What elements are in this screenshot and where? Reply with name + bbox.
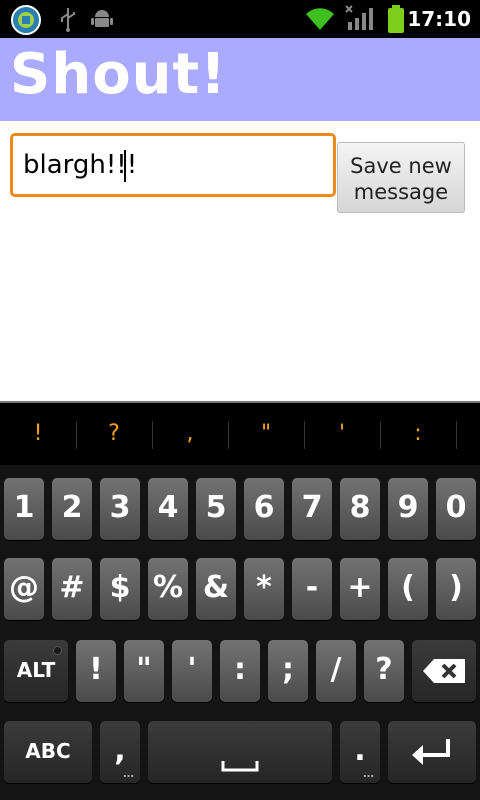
wifi-icon [306, 8, 334, 30]
space-icon [221, 761, 259, 772]
status-bar: 17:10 [0, 0, 480, 38]
save-button-line2: message [353, 180, 449, 204]
key-ampersand[interactable]: & [196, 558, 236, 620]
key-percent[interactable]: % [148, 558, 188, 620]
message-input[interactable] [10, 133, 336, 197]
key-alt[interactable]: ALT [4, 640, 68, 702]
suggestion-single-quote[interactable]: ' [304, 421, 380, 446]
key-dollar[interactable]: $ [100, 558, 140, 620]
key-2[interactable]: 2 [52, 478, 92, 540]
android-debug-icon [91, 10, 113, 27]
key-hash[interactable]: # [52, 558, 92, 620]
key-asterisk[interactable]: * [244, 558, 284, 620]
key-left-paren[interactable]: ( [388, 558, 428, 620]
soft-keyboard: ! ? , " ' : 1 2 3 4 5 6 7 8 9 0 @ # $ % … [0, 401, 480, 800]
key-9[interactable]: 9 [388, 478, 428, 540]
title-bar: Shout! [0, 38, 480, 121]
key-8[interactable]: 8 [340, 478, 380, 540]
key-0[interactable]: 0 [436, 478, 476, 540]
key-double-quote[interactable]: " [124, 640, 164, 702]
enter-icon [412, 739, 450, 765]
suggestion-separator [456, 421, 457, 449]
battery-icon [388, 5, 404, 33]
save-new-message-button[interactable]: Save new message [337, 142, 465, 213]
suggestion-strip: ! ? , " ' : [0, 403, 480, 465]
key-1[interactable]: 1 [4, 478, 44, 540]
key-minus[interactable]: - [292, 558, 332, 620]
key-6[interactable]: 6 [244, 478, 284, 540]
key-backspace[interactable] [412, 640, 476, 702]
key-single-quote[interactable]: ' [172, 640, 212, 702]
key-exclamation[interactable]: ! [76, 640, 116, 702]
key-5[interactable]: 5 [196, 478, 236, 540]
usb-icon [61, 8, 75, 32]
alt-lock-indicator-icon [53, 646, 62, 655]
status-time: 17:10 [407, 7, 471, 31]
key-abc[interactable]: ABC [4, 721, 92, 783]
key-alt-label: ALT [16, 658, 56, 682]
signal-bars-icon [345, 5, 373, 30]
key-3[interactable]: 3 [100, 478, 140, 540]
key-4[interactable]: 4 [148, 478, 188, 540]
key-semicolon[interactable]: ; [268, 640, 308, 702]
page-title: Shout! [10, 42, 227, 107]
key-plus[interactable]: + [340, 558, 380, 620]
app-notification-icon [11, 5, 41, 35]
suggestion-exclamation[interactable]: ! [0, 421, 76, 446]
key-comma[interactable]: , … [100, 721, 140, 783]
backspace-icon [423, 659, 465, 683]
key-enter[interactable] [388, 721, 476, 783]
suggestion-comma[interactable]: , [152, 421, 228, 446]
suggestion-question[interactable]: ? [76, 421, 152, 446]
key-period-label: . [354, 733, 366, 768]
key-7[interactable]: 7 [292, 478, 332, 540]
key-slash[interactable]: / [316, 640, 356, 702]
key-space[interactable] [148, 721, 332, 783]
key-question[interactable]: ? [364, 640, 404, 702]
key-period-hint: … [363, 767, 374, 780]
key-comma-hint: … [123, 767, 134, 780]
key-comma-label: , [114, 733, 126, 768]
save-button-line1: Save new [350, 154, 452, 178]
key-period[interactable]: . … [340, 721, 380, 783]
suggestion-double-quote[interactable]: " [228, 421, 304, 446]
key-at[interactable]: @ [4, 558, 44, 620]
text-cursor [124, 150, 126, 182]
suggestion-colon[interactable]: : [380, 421, 456, 446]
key-right-paren[interactable]: ) [436, 558, 476, 620]
key-colon[interactable]: : [220, 640, 260, 702]
